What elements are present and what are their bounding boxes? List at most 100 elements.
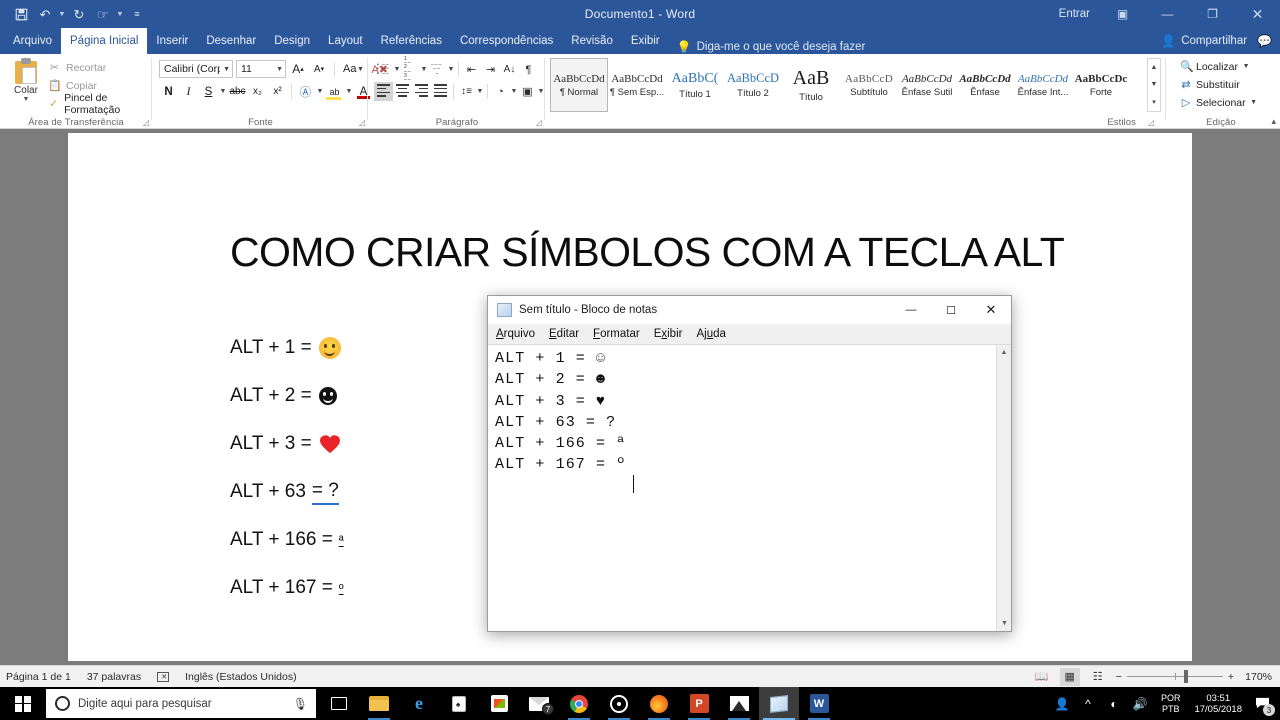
style-item[interactable]: AaBbCcD Subtítulo [840,58,898,112]
decrease-indent-icon[interactable]: ⇤ [462,60,481,79]
justify-icon[interactable] [431,82,450,101]
grow-font-button[interactable]: A ▴ [289,60,307,78]
multilevel-list-icon[interactable]: ––– –– – [428,60,447,79]
web-layout-icon[interactable]: ☷ [1088,668,1108,686]
align-left-icon[interactable] [374,82,393,101]
ribbon-tab-arquivo[interactable]: Arquivo [4,28,61,54]
format-painter-button[interactable]: ✓ Pincel de Formatação [48,92,152,116]
notepad-minimize-button[interactable]: — [891,296,931,324]
bullet-list-dropdown-icon[interactable]: ▼ [393,66,401,73]
find-button[interactable]: 🔍 Localizar ▼ [1180,58,1258,75]
style-item[interactable]: AaBbC(Título 1 [666,58,724,112]
taskbar-solitaire-icon[interactable]: ♠ [439,687,479,720]
taskbar-microsoft-store-icon[interactable] [479,687,519,720]
style-item[interactable]: AaBbCcDd Ênfase Int... [1014,58,1072,112]
style-item[interactable]: AaB Título [782,58,840,112]
taskbar-powerpoint-icon[interactable]: P [679,687,719,720]
ribbon-tab-design[interactable]: Design [265,28,319,54]
save-icon[interactable] [10,3,32,25]
close-button[interactable]: ✕ [1235,0,1280,28]
taskbar-word-icon[interactable]: W [799,687,839,720]
zoom-thumb[interactable] [1183,670,1188,683]
notepad-client-area[interactable]: ALT + 1 = ☺ ALT + 2 = ☻ ALT + 3 = ♥ ALT … [488,344,1011,631]
word-count[interactable]: 37 palavras [87,671,141,683]
clipboard-dialog-launcher-icon[interactable]: ◿ [143,118,149,127]
undo-icon[interactable]: ↶ [34,3,56,25]
paragraph-dialog-launcher-icon[interactable]: ◿ [536,118,542,127]
paste-dropdown-icon[interactable]: ▼ [23,96,30,103]
collapse-ribbon-icon[interactable]: ▴ [1271,116,1276,127]
taskbar-mozilla-firefox-icon[interactable] [639,687,679,720]
line-spacing-icon[interactable]: ↕≡ [457,82,476,101]
superscript-button[interactable]: x² [268,82,287,101]
notepad-menu-ajuda[interactable]: Ajuda [696,328,725,340]
print-layout-icon[interactable]: ▦ [1059,667,1080,686]
strikethrough-button[interactable]: abc [228,82,247,101]
taskbar-photos-icon[interactable] [719,687,759,720]
underline-button[interactable]: S [199,82,218,101]
taskbar-task-view-icon[interactable] [319,687,359,720]
underline-dropdown-icon[interactable]: ▼ [219,88,227,95]
style-item[interactable]: AaBbCcDd ¶ Normal [550,58,608,112]
taskbar-media-player-icon[interactable] [599,687,639,720]
text-effects-dropdown-icon[interactable]: ▼ [316,88,324,95]
read-mode-icon[interactable]: 📖 [1032,668,1052,686]
ribbon-tab-revisão[interactable]: Revisão [562,28,622,54]
font-name-combo[interactable]: Calibri (Corp ▼ [159,60,233,78]
language-indicator[interactable]: Inglês (Estados Unidos) [185,671,296,683]
numbered-list-dropdown-icon[interactable]: ▼ [420,66,428,73]
italic-button[interactable]: I [179,82,198,101]
language-indicator[interactable]: POR PTB [1153,693,1189,715]
style-item[interactable]: AaBbCcD Título 2 [724,58,782,112]
notepad-menu-exibir[interactable]: Exibir [654,328,683,340]
scroll-down-icon[interactable]: ▼ [997,616,1012,631]
styles-scrollbar[interactable]: ▲ ▼ ▾ [1147,58,1161,112]
restore-button[interactable]: ❐ [1190,0,1235,28]
multilevel-list-dropdown-icon[interactable]: ▼ [447,66,455,73]
taskbar-mail-icon[interactable]: 7 [519,687,559,720]
select-dropdown-icon[interactable]: ▼ [1250,99,1258,106]
styles-scroll-down-icon[interactable]: ▼ [1151,81,1158,88]
notepad-menu-arquivo[interactable]: Arquivo [496,328,535,340]
taskbar-search-box[interactable]: Digite aqui para pesquisar 🎙 [46,689,316,718]
find-dropdown-icon[interactable]: ▼ [1242,63,1250,70]
zoom-out-button[interactable]: − [1116,671,1122,683]
ribbon-tab-exibir[interactable]: Exibir [622,28,669,54]
style-item[interactable]: AaBbCcDd Ênfase [956,58,1014,112]
ribbon-tab-correspondências[interactable]: Correspondências [451,28,562,54]
styles-dialog-launcher-icon[interactable]: ◿ [1148,118,1154,127]
undo-dropdown-icon[interactable]: ▼ [58,11,66,18]
notepad-scrollbar[interactable]: ▲ ▼ [996,345,1011,631]
sign-in-button[interactable]: Entrar [1049,8,1100,20]
volume-icon[interactable]: 🔊 [1127,687,1153,720]
notepad-menu-formatar[interactable]: Formatar [593,328,640,340]
ribbon-tab-inserir[interactable]: Inserir [147,28,197,54]
cut-button[interactable]: ✂ Recortar [48,60,152,75]
zoom-level[interactable]: 170% [1242,671,1272,683]
text-highlight-color-icon[interactable]: ab [325,82,344,101]
touch-mode-icon[interactable]: ☞ [92,3,114,25]
notepad-window[interactable]: Sem título - Bloco de notas — ☐ ✕ Arquiv… [487,295,1012,632]
share-button[interactable]: 👤 Compartilhar [1161,34,1247,48]
notification-center-button[interactable]: 3 [1248,687,1276,720]
subscript-button[interactable]: x₂ [248,82,267,101]
zoom-slider[interactable]: − + [1116,670,1234,683]
notepad-maximize-button[interactable]: ☐ [931,296,971,324]
shading-dropdown-icon[interactable]: ▼ [510,88,518,95]
show-formatting-marks-icon[interactable]: ¶ [519,60,538,79]
font-dialog-launcher-icon[interactable]: ◿ [359,118,365,127]
text-effects-icon[interactable]: Ⓐ [296,82,315,101]
paste-button[interactable]: Colar ▼ [6,58,46,112]
tell-me-box[interactable]: 💡 Diga-me o que você deseja fazer [669,40,866,54]
bold-button[interactable]: N [159,82,178,101]
ribbon-tab-layout[interactable]: Layout [319,28,372,54]
notepad-menu-editar[interactable]: Editar [549,328,579,340]
zoom-in-button[interactable]: + [1228,671,1234,683]
highlight-dropdown-icon[interactable]: ▼ [345,88,353,95]
bullet-list-icon[interactable]: • –– • –– • –– [374,60,393,79]
minimize-button[interactable]: — [1145,0,1190,28]
page-indicator[interactable]: Página 1 de 1 [6,671,71,683]
scroll-up-icon[interactable]: ▲ [997,345,1011,360]
style-item[interactable]: AaBbCcDc Forte [1072,58,1130,112]
select-button[interactable]: ▷ Selecionar ▼ [1180,94,1258,111]
